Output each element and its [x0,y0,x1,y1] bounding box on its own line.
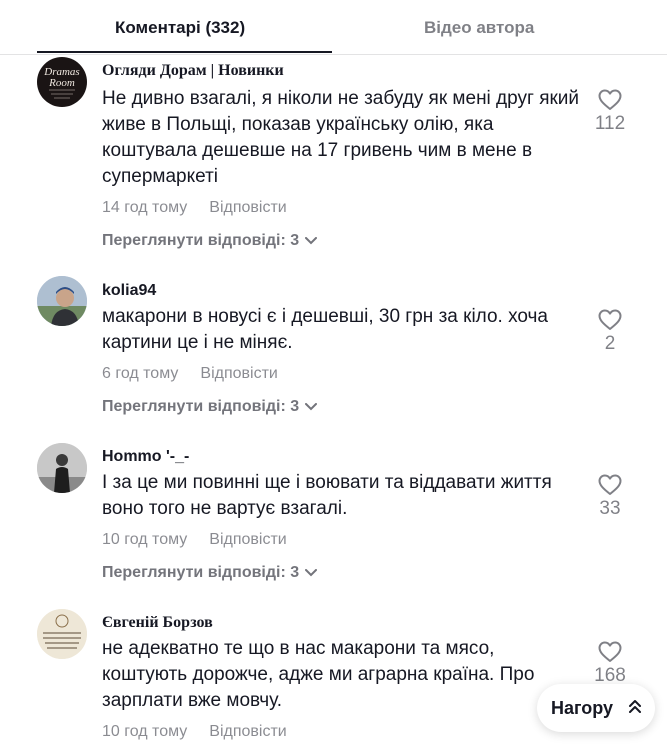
back-to-top-button[interactable]: Нагору [537,684,655,732]
view-replies-button[interactable]: Переглянути відповіді: 3 [102,232,318,250]
comment-username[interactable]: Євгеній Борзов [102,614,213,632]
comment-username[interactable]: Огляди Дорам | Новинки [102,62,284,80]
dramas-room-logo: Dramas Room [43,66,80,99]
reply-button[interactable]: Відповісти [209,531,286,548]
comment-time: 10 год тому [102,723,188,740]
active-tab-indicator [37,51,332,53]
reply-button[interactable]: Відповісти [200,365,277,382]
tab-creator-videos[interactable]: Відео автора [424,18,534,38]
comment-time: 10 год тому [102,531,188,548]
like-button[interactable]: 168 [585,641,635,687]
back-to-top-label: Нагору [551,698,614,718]
comment-username[interactable]: Hommo '-_- [102,448,189,466]
comment-text: макарони в новусі є і дешевші, 30 грн за… [102,306,548,353]
view-replies-button[interactable]: Переглянути відповіді: 3 [102,398,318,416]
heart-outline-icon [598,89,622,110]
comment-time: 6 год тому [102,365,179,382]
avatar-image [37,609,87,659]
like-count: 33 [599,498,621,519]
heart-outline-icon [598,474,622,495]
chevron-down-icon [305,232,318,250]
avatar[interactable] [37,609,87,659]
view-replies-label: Переглянути відповіді: 3 [102,232,300,250]
comment-text: Не дивно взагалі, я ніколи не забуду як … [102,88,580,187]
view-replies-button[interactable]: Переглянути відповіді: 3 [102,564,318,582]
like-button[interactable]: 2 [585,309,635,355]
comment-text: І за це ми повинні ще і воювати та відда… [102,472,552,519]
comment-text: не адекватно те що в нас макарони та мяс… [102,638,535,711]
avatar-photo [37,443,87,493]
double-chevron-up-icon [628,698,642,719]
like-count: 112 [594,113,626,134]
avatar[interactable]: Dramas Room [37,57,87,107]
like-count: 2 [604,333,616,354]
comment-username[interactable]: kolia94 [102,282,156,300]
reply-button[interactable]: Відповісти [209,199,286,216]
heart-outline-icon [598,641,622,662]
comment-tabs: Коментарі (332) Відео автора [0,0,667,55]
svg-text:Room: Room [48,77,75,89]
chevron-down-icon [305,564,318,582]
view-replies-label: Переглянути відповіді: 3 [102,398,300,416]
view-replies-label: Переглянути відповіді: 3 [102,564,300,582]
chevron-down-icon [305,398,318,416]
avatar-photo [37,276,87,326]
tab-comments[interactable]: Коментарі (332) [115,18,245,38]
avatar[interactable] [37,276,87,326]
comment-time: 14 год тому [102,199,188,216]
avatar[interactable] [37,443,87,493]
like-button[interactable]: 33 [585,474,635,520]
reply-button[interactable]: Відповісти [209,723,286,740]
like-button[interactable]: 112 [585,89,635,135]
heart-outline-icon [598,309,622,330]
